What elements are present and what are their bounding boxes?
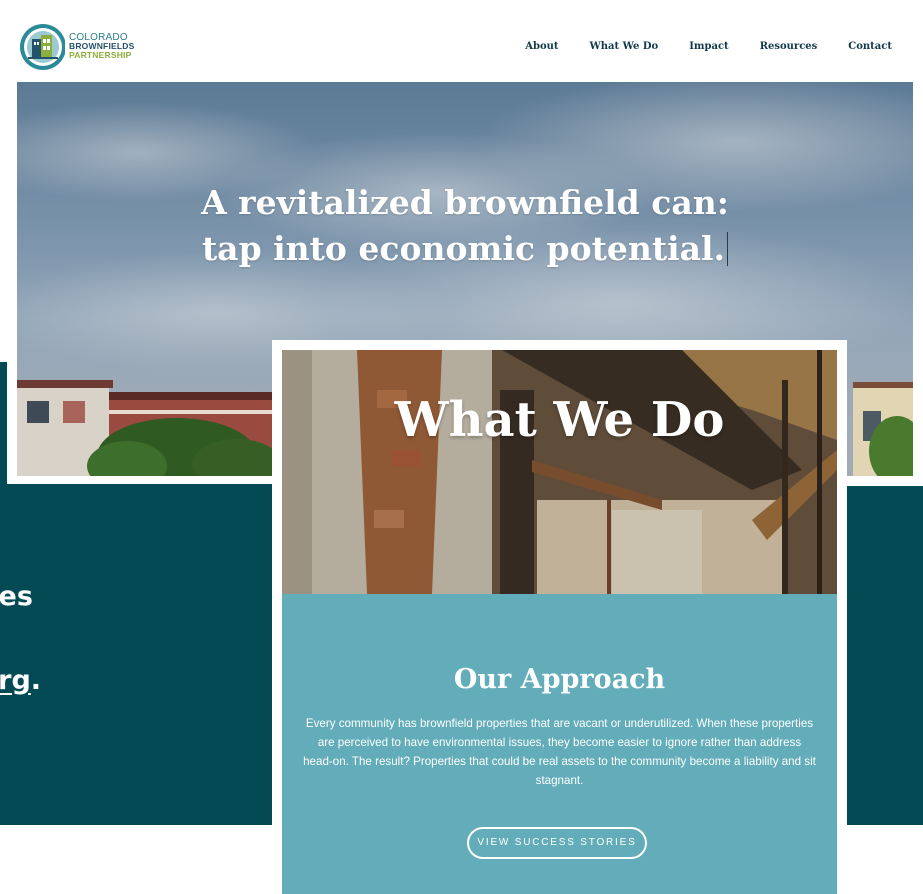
renovation-image — [282, 350, 837, 594]
nav-item-about[interactable]: About — [525, 41, 558, 52]
what-we-do-card: What We Do Our Approach Every community … — [272, 340, 847, 894]
nav-item-resources[interactable]: Resources — [760, 41, 818, 52]
cta-line-2: urces — [0, 581, 33, 612]
cta-text: lds urces at p.org. — [0, 534, 272, 702]
navbar: COLORADO BROWNFIELDS PARTNERSHIP About W… — [7, 6, 920, 82]
logo[interactable]: COLORADO BROWNFIELDS PARTNERSHIP — [19, 19, 179, 75]
view-success-stories-button[interactable]: VIEW SUCCESS STORIES — [467, 827, 647, 859]
logo-wordmark: COLORADO BROWNFIELDS PARTNERSHIP — [69, 33, 134, 60]
main-nav: About What We Do Impact Resources Contac… — [525, 41, 892, 52]
logo-line-3: PARTNERSHIP — [69, 50, 132, 60]
cta-line-1: lds — [0, 534, 272, 576]
what-we-do-title: What We Do — [394, 392, 725, 448]
website-link[interactable]: p.org — [0, 665, 31, 696]
hero-headline: A revitalized brownfield can: tap into e… — [17, 180, 913, 272]
teal-side-panel — [847, 486, 923, 825]
nav-item-contact[interactable]: Contact — [848, 41, 892, 52]
nav-item-what-we-do[interactable]: What We Do — [590, 41, 659, 52]
approach-title: Our Approach — [453, 664, 666, 695]
text-cursor — [727, 232, 729, 266]
cta-suffix: . — [30, 665, 42, 696]
nav-item-impact[interactable]: Impact — [689, 41, 728, 52]
approach-section: Our Approach Every community has brownfi… — [282, 594, 837, 894]
approach-body: Every community has brownfield propertie… — [303, 717, 816, 787]
hero-line-2: tap into economic potential. — [201, 229, 726, 268]
hero-line-1: A revitalized brownfield can: — [201, 183, 729, 222]
renovation-photo: What We Do — [282, 350, 837, 594]
cta-line-3: at — [0, 618, 272, 660]
logo-icon — [20, 24, 66, 70]
